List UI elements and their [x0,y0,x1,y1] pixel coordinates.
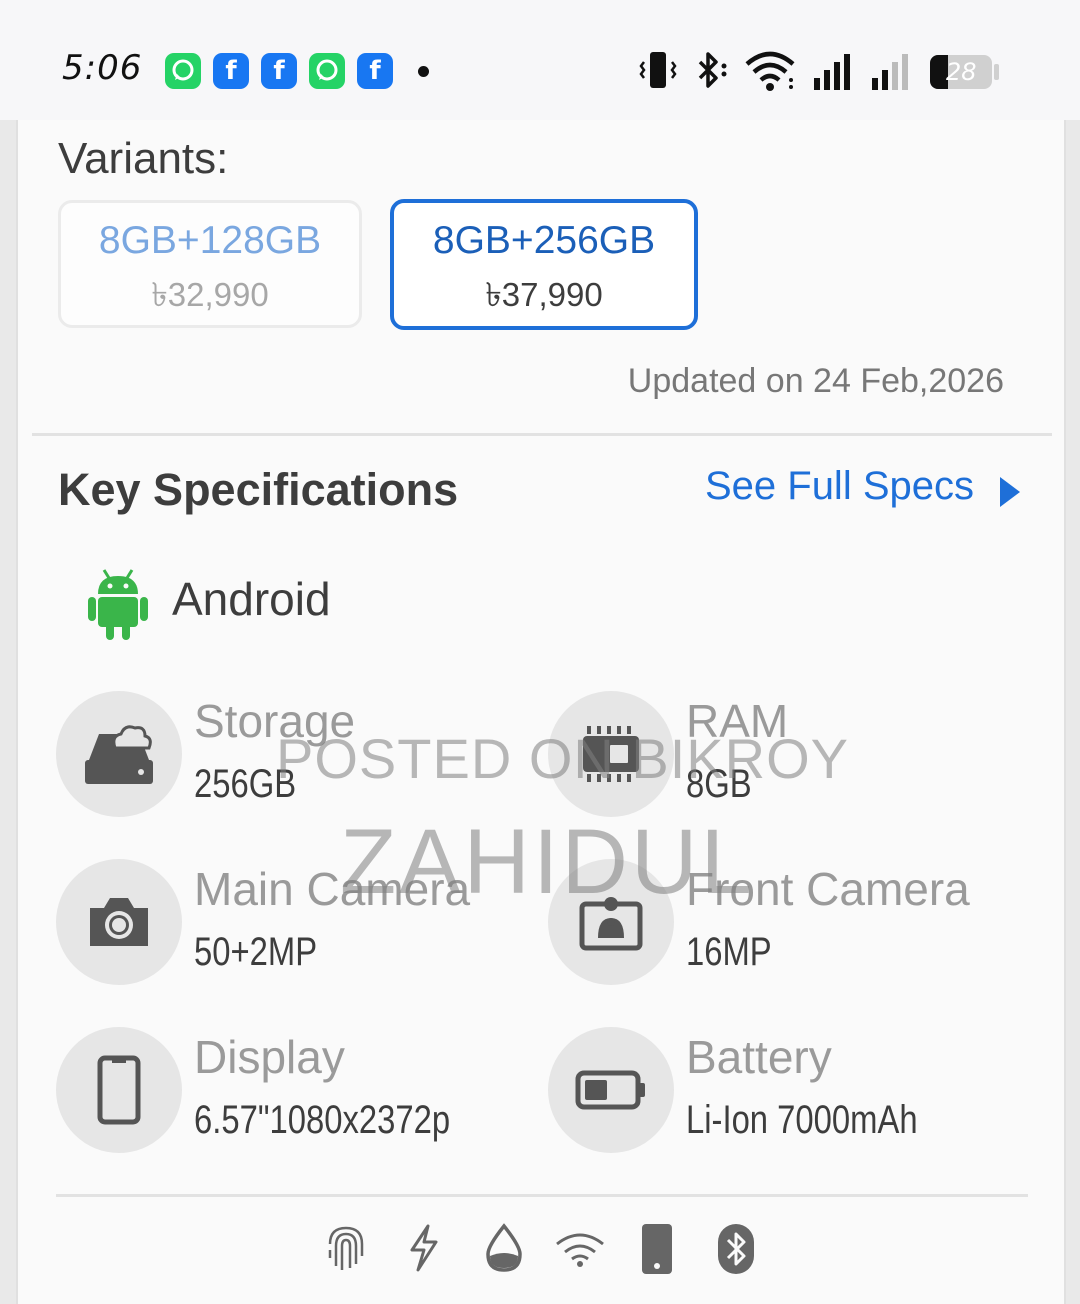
whatsapp-icon [165,53,201,89]
see-full-specs-link[interactable]: See Full Specs [705,464,974,509]
display-icon [56,1027,182,1153]
fast-charging-icon [410,1224,438,1272]
facebook-icon: f [213,53,249,89]
signal-icon [814,54,850,90]
spec-label-battery: Battery [686,1031,832,1083]
android-icon [88,569,148,640]
spec-value-display: 6.57"1080x2372p [194,1098,451,1142]
variants-title: Variants: [58,134,229,183]
phone-icon [642,1224,672,1274]
water-resistant-icon [486,1223,522,1272]
spec-value-battery: Li-Ion 7000mAh [686,1098,918,1142]
facebook-icon: f [357,53,393,89]
watermark-name: ZAHIDUL [340,811,755,913]
battery-icon [548,1027,674,1153]
spec-value-front-camera: 16MP [686,930,772,974]
bluetooth-icon [698,52,727,88]
whatsapp-icon [309,53,345,89]
bluetooth-icon [718,1224,754,1274]
product-card: Variants: 8GB+128GB ৳32,990 8GB+256GB ৳3… [16,120,1066,1304]
more-notifications-dot [418,66,429,77]
key-specs-title: Key Specifications [58,464,459,515]
battery-tip [994,64,999,80]
os-label: Android [172,573,331,625]
variant-memory: 8GB+256GB [432,219,656,262]
camera-icon [56,859,182,985]
updated-date: Updated on 24 Feb,2026 [627,362,1004,400]
wifi-icon [556,1233,604,1267]
watermark-posted-on: POSTED ON BIKROY [276,727,849,790]
battery-icon: 28 [930,55,992,89]
signal-icon [872,54,908,90]
variant-price: ৳37,990 [485,276,603,313]
variant-memory: 8GB+128GB [98,219,322,262]
variant-price: ৳32,990 [151,276,269,313]
vibrate-icon [639,52,677,88]
storage-cloud-icon [56,691,182,817]
facebook-icon: f [261,53,297,89]
fingerprint-icon [328,1226,364,1270]
variant-option-1[interactable]: 8GB+128GB ৳32,990 [58,200,362,328]
spec-label-display: Display [194,1031,345,1083]
chevron-right-icon[interactable] [1000,477,1020,507]
feature-divider [56,1194,1028,1197]
wifi-icon [745,51,795,91]
clock: 5:06 [62,48,143,88]
battery-level: 28 [946,58,977,86]
status-bar: 5:06 f f f 28 [0,0,1080,120]
section-divider [32,433,1052,436]
spec-value-main-camera: 50+2MP [194,930,318,974]
variant-option-2-selected[interactable]: 8GB+256GB ৳37,990 [390,199,698,330]
